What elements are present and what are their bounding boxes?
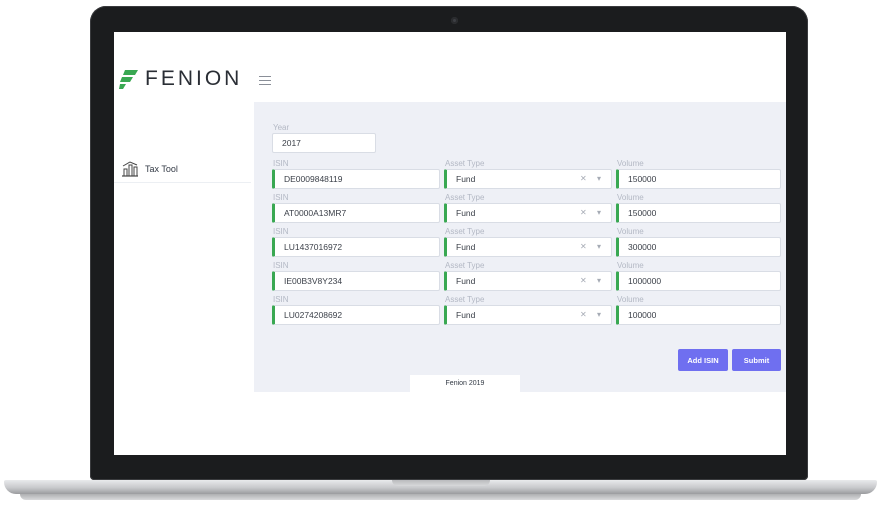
volume-input[interactable]: 300000 xyxy=(616,237,781,257)
footer: Fenion 2019 xyxy=(410,375,520,392)
isin-input[interactable]: LU1437016972 xyxy=(272,237,440,257)
sidebar: Tax Tool xyxy=(114,102,256,392)
asset-type-select[interactable]: Fund ✕ ▾ xyxy=(444,271,612,291)
asset-type-select[interactable]: Fund ✕ ▾ xyxy=(444,305,612,325)
main-content: Year 2017 ISIN DE0009848119 Asset Type F… xyxy=(254,102,786,392)
asset-type-value: Fund xyxy=(456,174,476,184)
bar-chart-building-icon xyxy=(122,161,138,177)
asset-type-value: Fund xyxy=(456,242,476,252)
year-label: Year xyxy=(273,123,290,132)
asset-type-value: Fund xyxy=(456,276,476,286)
isin-label: ISIN xyxy=(273,159,289,168)
asset-type-select[interactable]: Fund ✕ ▾ xyxy=(444,203,612,223)
isin-label: ISIN xyxy=(273,193,289,202)
isin-label: ISIN xyxy=(273,261,289,270)
brand-name: FENION xyxy=(145,67,243,90)
add-isin-button[interactable]: Add ISIN xyxy=(678,349,728,371)
clear-dropdown-icon[interactable]: ✕ ▾ xyxy=(580,310,605,319)
asset-type-label: Asset Type xyxy=(445,193,485,202)
clear-dropdown-icon[interactable]: ✕ ▾ xyxy=(580,276,605,285)
clear-dropdown-icon[interactable]: ✕ ▾ xyxy=(580,242,605,251)
volume-label: Volume xyxy=(617,159,644,168)
volume-label: Volume xyxy=(617,193,644,202)
volume-input[interactable]: 1000000 xyxy=(616,271,781,291)
volume-input[interactable]: 100000 xyxy=(616,305,781,325)
camera-icon xyxy=(451,17,458,24)
sidebar-item-label: Tax Tool xyxy=(145,164,178,174)
fenion-logo-icon xyxy=(119,70,138,89)
submit-button[interactable]: Submit xyxy=(732,349,781,371)
asset-type-select[interactable]: Fund ✕ ▾ xyxy=(444,169,612,189)
isin-input[interactable]: LU0274208692 xyxy=(272,305,440,325)
brand-logo[interactable]: FENION xyxy=(119,67,242,91)
asset-type-label: Asset Type xyxy=(445,227,485,236)
isin-input[interactable]: IE00B3V8Y234 xyxy=(272,271,440,291)
sidebar-item-tax-tool[interactable]: Tax Tool xyxy=(114,156,251,183)
volume-input[interactable]: 150000 xyxy=(616,203,781,223)
isin-input[interactable]: AT0000A13MR7 xyxy=(272,203,440,223)
isin-input[interactable]: DE0009848119 xyxy=(272,169,440,189)
clear-dropdown-icon[interactable]: ✕ ▾ xyxy=(580,208,605,217)
volume-label: Volume xyxy=(617,227,644,236)
clear-dropdown-icon[interactable]: ✕ ▾ xyxy=(580,174,605,183)
volume-label: Volume xyxy=(617,261,644,270)
asset-type-select[interactable]: Fund ✕ ▾ xyxy=(444,237,612,257)
volume-input[interactable]: 150000 xyxy=(616,169,781,189)
year-input[interactable]: 2017 xyxy=(272,133,376,153)
laptop-notch xyxy=(392,480,490,486)
asset-type-label: Asset Type xyxy=(445,261,485,270)
asset-type-value: Fund xyxy=(456,310,476,320)
isin-label: ISIN xyxy=(273,295,289,304)
volume-label: Volume xyxy=(617,295,644,304)
asset-type-value: Fund xyxy=(456,208,476,218)
asset-type-label: Asset Type xyxy=(445,295,485,304)
asset-type-label: Asset Type xyxy=(445,159,485,168)
laptop-base-shadow xyxy=(20,494,861,500)
hamburger-menu-icon[interactable] xyxy=(259,76,271,85)
isin-label: ISIN xyxy=(273,227,289,236)
laptop-screen: FENION Tax Tool Year 2017 ISIN DE0009848… xyxy=(114,32,786,455)
